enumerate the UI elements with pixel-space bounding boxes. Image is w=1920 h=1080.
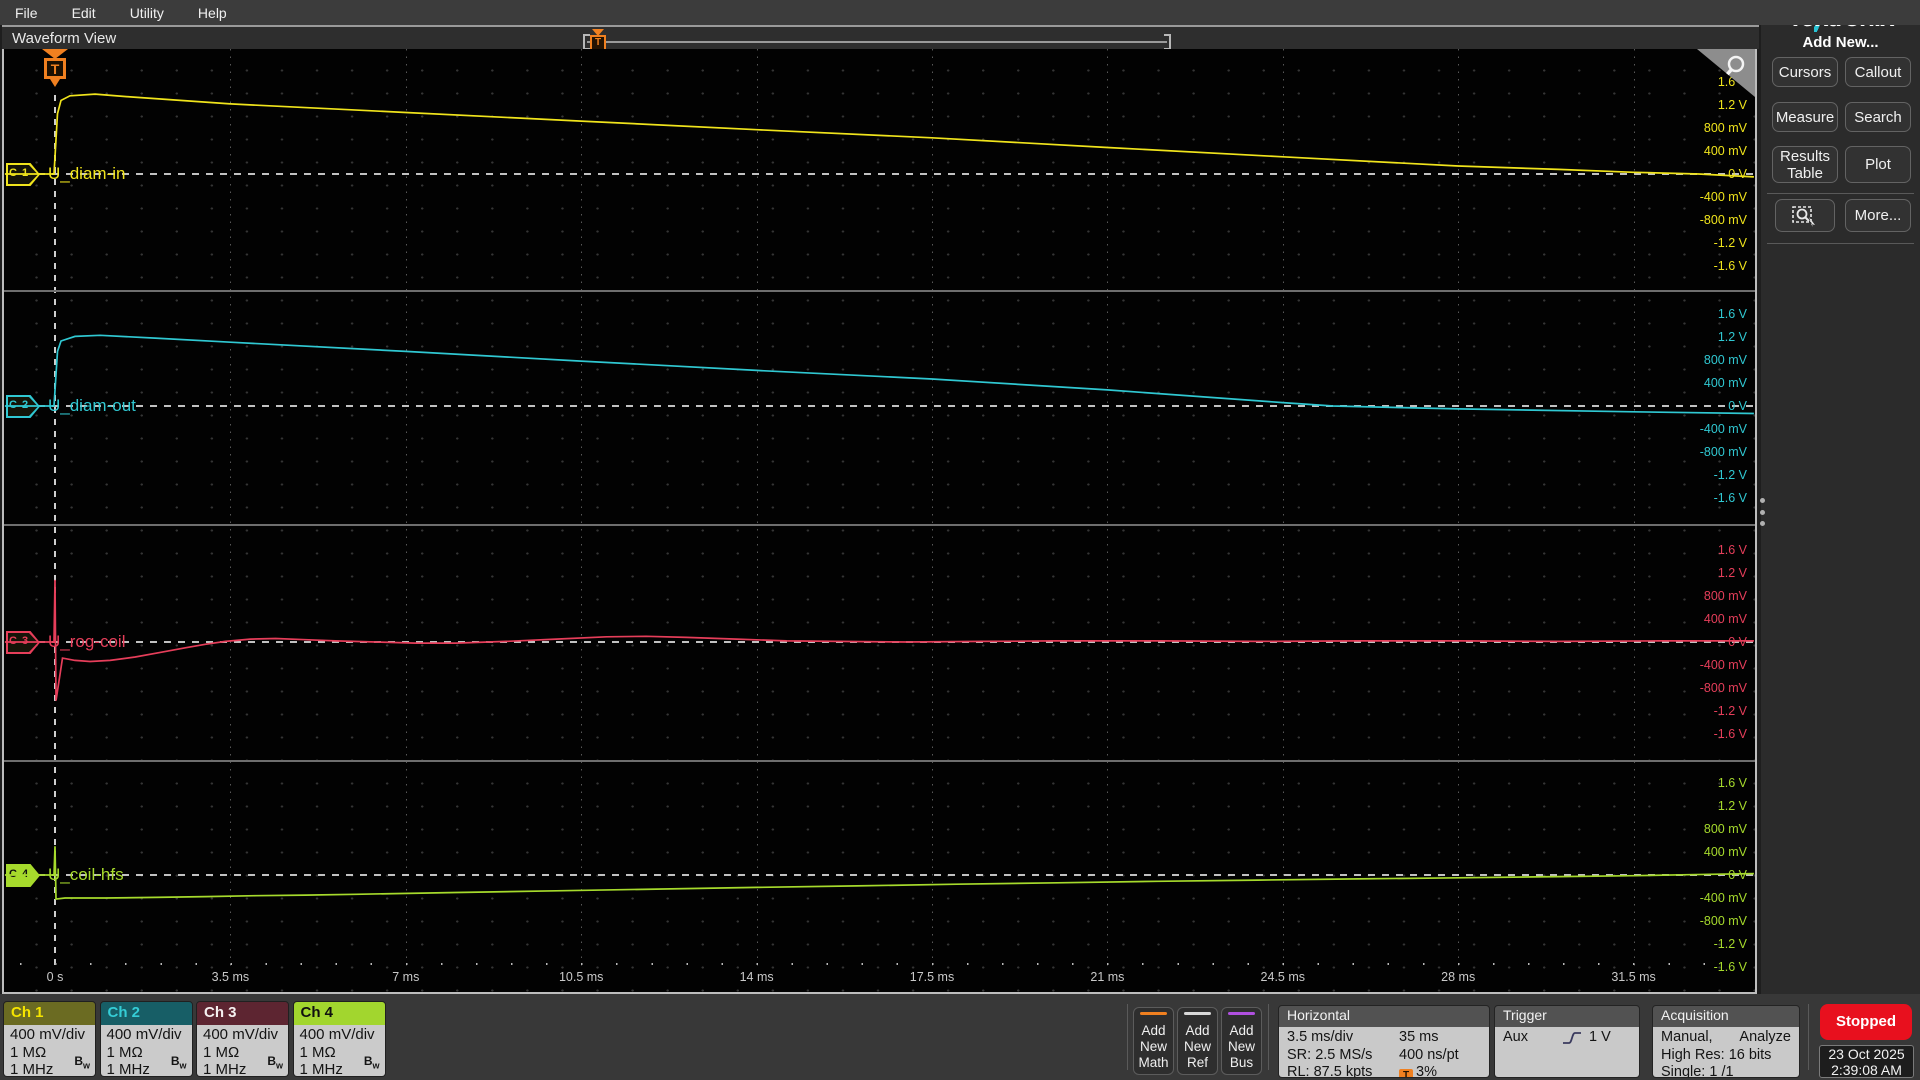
trigger-source: Aux: [1503, 1029, 1528, 1045]
horizontal-panel[interactable]: Horizontal 3.5 ms/div 35 ms SR: 2.5 MS/s…: [1278, 1005, 1490, 1078]
button-accent: [1184, 1012, 1211, 1015]
more-button[interactable]: More...: [1845, 199, 1911, 232]
record-length: RL: 87.5 kpts: [1287, 1064, 1373, 1078]
time-label: 2:39:08 AM: [1831, 1061, 1902, 1078]
zoom-select-icon: [1792, 205, 1815, 227]
add-measure-button[interactable]: Measure: [1772, 102, 1838, 132]
waveform-area[interactable]: C 1 U_diam-in 1.6 V 1.2 V 800 mV 400 mV 0 V -40…: [2, 49, 1757, 994]
vdiv-setting: 400 mV/div: [106, 1026, 182, 1043]
rising-edge-icon: [1563, 1031, 1581, 1044]
acquisition-single: Single: 1 /1: [1661, 1064, 1734, 1078]
zoom-select-button[interactable]: [1775, 199, 1835, 232]
acquisition-panel[interactable]: Acquisition Manual, Analyze High Res: 16…: [1652, 1005, 1800, 1078]
divider: [1767, 243, 1914, 244]
channel-badge-name: Ch 4: [293, 1002, 385, 1025]
button-accent: [1140, 1012, 1167, 1015]
trigger-marker[interactable]: T: [42, 49, 68, 99]
menu-item-utility[interactable]: Utility: [130, 5, 164, 21]
bottom-bar: Ch 1 400 mV/div 1 MΩ 1 MHz Bw Ch 2 400 mV/div 1…: [0, 994, 1920, 1080]
menu-bar: File Edit Utility Help: [0, 0, 1920, 25]
acquisition-analyze: Analyze: [1739, 1029, 1791, 1045]
channel-badge-ch2[interactable]: Ch 2 400 mV/div 1 MΩ 1 MHz Bw: [99, 1001, 193, 1077]
channel-badge-name: Ch 1: [4, 1002, 95, 1025]
sample-rate: SR: 2.5 MS/s: [1287, 1046, 1373, 1063]
add-cursors-button[interactable]: Cursors: [1772, 57, 1838, 87]
channel-badge-name: Ch 3: [197, 1002, 288, 1025]
vdiv-setting: 400 mV/div: [10, 1026, 86, 1043]
channel-badge-settings: 400 mV/div 1 MΩ 1 MHz Bw: [100, 1025, 192, 1076]
trace-U_coil-hfs: [4, 846, 1754, 901]
add-new-ref-button[interactable]: Add New Ref: [1177, 1007, 1218, 1075]
trigger-panel-title: Trigger: [1495, 1006, 1639, 1027]
channel-badge-name: Ch 2: [100, 1002, 192, 1025]
timeline-track: [587, 41, 1167, 43]
vdiv-setting: 400 mV/div: [203, 1026, 279, 1043]
sample-resolution: 400 ns/pt: [1399, 1046, 1459, 1063]
divider: [1268, 1004, 1269, 1070]
channel-badge-settings: 400 mV/div 1 MΩ 1 MHz Bw: [197, 1025, 288, 1076]
divider: [1127, 1004, 1128, 1070]
panel-splitter-handle[interactable]: [1757, 496, 1767, 528]
waveform-traces: [4, 93, 1754, 901]
timeline-right-bracket: [1164, 34, 1171, 50]
trace-U_diam-in: [4, 93, 1754, 178]
view-title: Waveform View: [12, 30, 117, 47]
add-new-header: Add New...: [1802, 34, 1879, 51]
vdiv-setting: 400 mV/div: [299, 1026, 375, 1043]
datetime-display: 23 Oct 2025 2:39:08 AM: [1819, 1045, 1914, 1078]
acquisition-resolution: High Res: 16 bits: [1661, 1046, 1772, 1063]
add-plot-button[interactable]: Plot: [1845, 146, 1911, 183]
trace-U_rog-coil: [4, 579, 1754, 701]
divider: [1808, 1004, 1809, 1070]
button-accent: [1228, 1012, 1255, 1015]
run-stop-status-button[interactable]: Stopped: [1820, 1004, 1912, 1040]
add-new-math-button[interactable]: Add New Math: [1133, 1007, 1174, 1075]
trigger-pointer-icon: [50, 79, 60, 87]
waveform-window: Waveform View T C 1 U_diam-in 1.6 V 1.2 V 80…: [2, 25, 1759, 994]
menu-item-file[interactable]: File: [15, 5, 38, 21]
add-callout-button[interactable]: Callout: [1845, 57, 1911, 87]
trigger-panel[interactable]: Trigger Aux 1 V: [1494, 1005, 1640, 1078]
trigger-position-percent: T 3%: [1399, 1064, 1437, 1077]
acquisition-mode: Manual,: [1661, 1029, 1713, 1045]
menu-item-help[interactable]: Help: [198, 5, 227, 21]
bandwidth-limit-icon: Bw: [267, 1054, 283, 1071]
waveform-view-titlebar: Waveform View T: [2, 25, 1759, 51]
divider: [1767, 193, 1914, 194]
trigger-level: 1 V: [1589, 1029, 1611, 1045]
bandwidth-limit-icon: Bw: [170, 1054, 187, 1071]
horizontal-scale: 3.5 ms/div: [1287, 1029, 1354, 1045]
right-panel: Tektronix Add New... Cursors Callout Mea…: [1761, 0, 1920, 994]
acquisition-panel-title: Acquisition: [1653, 1006, 1799, 1027]
channel-badge-settings: 400 mV/div 1 MΩ 1 MHz Bw: [4, 1025, 95, 1076]
channel-badge-ch1[interactable]: Ch 1 400 mV/div 1 MΩ 1 MHz Bw: [3, 1001, 96, 1077]
bandwidth-limit-icon: Bw: [363, 1054, 380, 1071]
trigger-t-badge: T: [44, 58, 66, 79]
channel-badge-ch4[interactable]: Ch 4 400 mV/div 1 MΩ 1 MHz Bw: [292, 1001, 386, 1077]
menu-item-edit[interactable]: Edit: [72, 5, 96, 21]
channel-badge-ch3[interactable]: Ch 3 400 mV/div 1 MΩ 1 MHz Bw: [196, 1001, 289, 1077]
horizontal-panel-title: Horizontal: [1279, 1006, 1489, 1027]
horizontal-window: 35 ms: [1399, 1029, 1439, 1045]
date-label: 23 Oct 2025: [1828, 1046, 1905, 1062]
add-results-table-button[interactable]: Results Table: [1772, 146, 1838, 183]
bandwidth-limit-icon: Bw: [74, 1054, 90, 1071]
trace-U_diam-out: [4, 334, 1754, 415]
trigger-t-mini-icon: T: [1399, 1069, 1413, 1077]
channel-badge-settings: 400 mV/div 1 MΩ 1 MHz Bw: [293, 1025, 385, 1076]
add-new-bus-button[interactable]: Add New Bus: [1221, 1007, 1262, 1075]
add-search-button[interactable]: Search: [1845, 102, 1911, 132]
